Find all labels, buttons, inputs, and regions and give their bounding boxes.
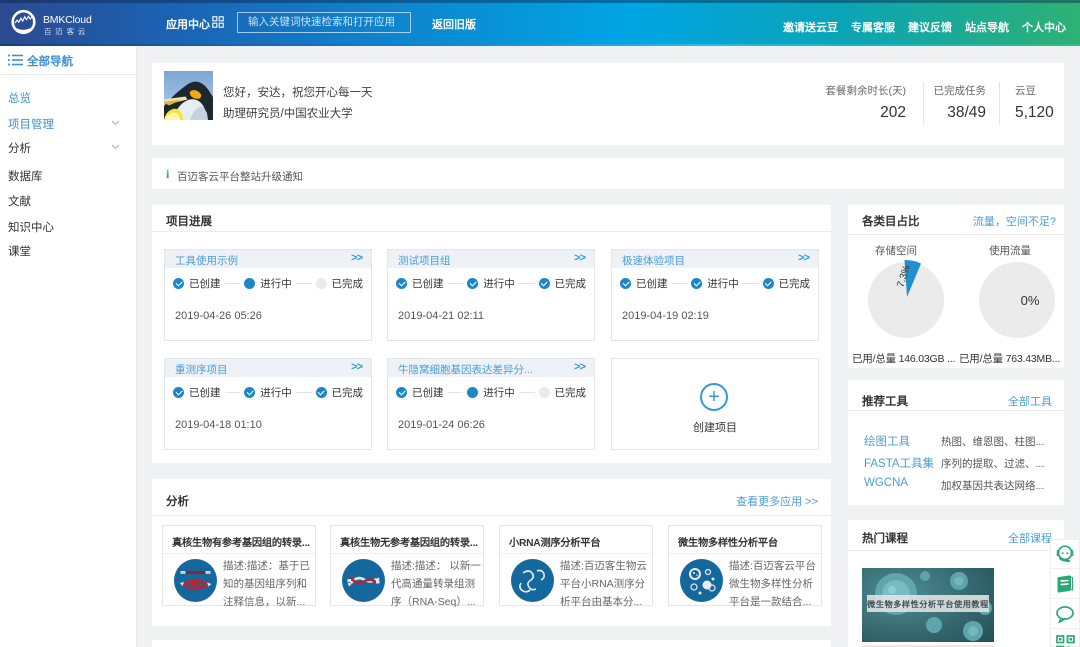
svg-text:0%: 0% bbox=[1021, 293, 1040, 308]
svg-text:微生物多样性分析平台使用教程: 微生物多样性分析平台使用教程 bbox=[866, 599, 989, 609]
